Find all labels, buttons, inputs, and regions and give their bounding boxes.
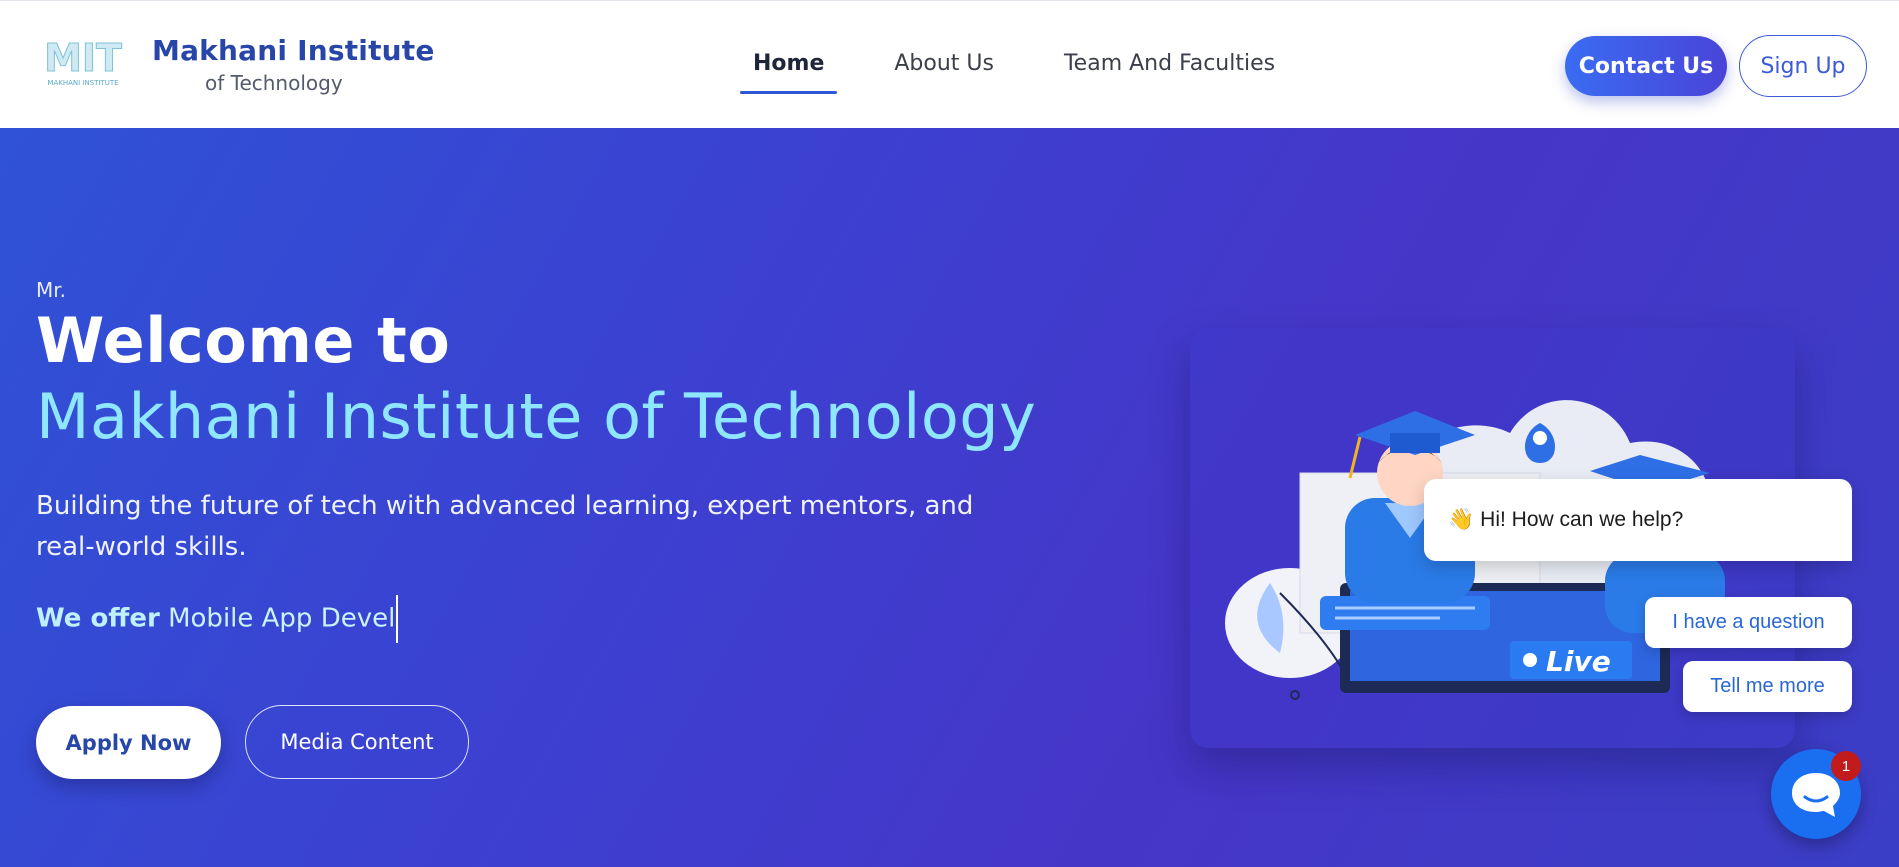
offer-typewriter: We offer Mobile App Devel bbox=[36, 595, 399, 643]
media-content-button[interactable]: Media Content bbox=[245, 705, 469, 779]
logo-text: MIT bbox=[44, 37, 122, 80]
hero-title-highlight: Makhani Institute of Technology bbox=[36, 380, 1037, 453]
apply-now-button[interactable]: Apply Now bbox=[36, 706, 221, 779]
contact-us-button[interactable]: Contact Us bbox=[1565, 36, 1727, 96]
quick-reply-tell-more[interactable]: Tell me more bbox=[1683, 661, 1852, 712]
quick-reply-question[interactable]: I have a question bbox=[1645, 597, 1852, 648]
brand-subtitle: of Technology bbox=[205, 71, 343, 95]
logo-caption: MAKHANI INSTITUTE bbox=[47, 79, 118, 87]
waving-hand-icon: 👋 bbox=[1448, 508, 1475, 531]
hero-title: Welcome to bbox=[36, 304, 451, 377]
live-label: Live bbox=[1546, 645, 1611, 678]
site-header: MIT MAKHANI INSTITUTE Makhani Institute … bbox=[0, 0, 1899, 128]
main-nav: Home About Us Team And Faculties bbox=[740, 47, 1288, 94]
offer-typed-text: Mobile App Devel bbox=[168, 603, 396, 634]
typing-caret bbox=[396, 595, 399, 643]
hero-description: Building the future of tech with advance… bbox=[36, 491, 974, 562]
offer-label: We offer bbox=[36, 603, 160, 634]
sign-up-button[interactable]: Sign Up bbox=[1739, 35, 1867, 97]
salutation: Mr. bbox=[36, 278, 66, 302]
chat-notification-badge: 1 bbox=[1831, 751, 1861, 781]
chat-greeting-bubble[interactable]: 👋 Hi! How can we help? bbox=[1424, 479, 1852, 561]
nav-item-home[interactable]: Home bbox=[740, 47, 838, 94]
nav-item-about-us[interactable]: About Us bbox=[881, 47, 1007, 80]
institute-logo[interactable]: MIT MAKHANI INSTITUTE bbox=[40, 37, 126, 89]
chat-greeting-text: Hi! How can we help? bbox=[1480, 508, 1684, 531]
brand-name[interactable]: Makhani Institute bbox=[152, 34, 435, 67]
nav-item-team-and-faculties[interactable]: Team And Faculties bbox=[1051, 47, 1288, 80]
